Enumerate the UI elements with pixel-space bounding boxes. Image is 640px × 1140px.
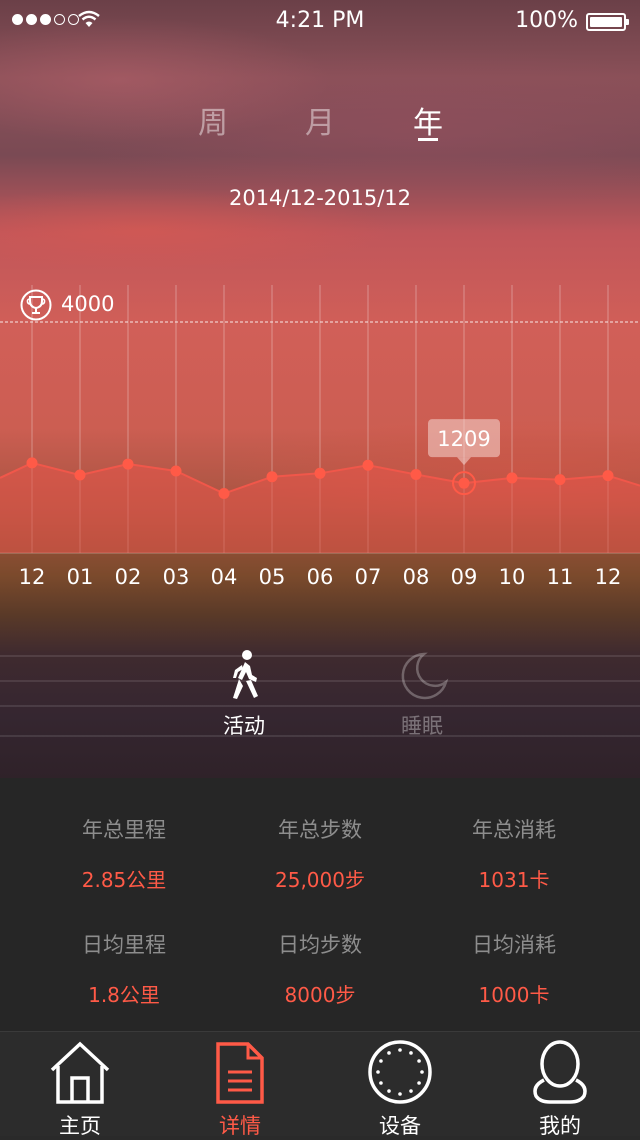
- data-point: [170, 465, 182, 477]
- data-point: [410, 468, 422, 480]
- stat-value: 25,000步: [275, 868, 365, 892]
- month-label: 10: [498, 565, 526, 589]
- date-range: 2014/12-2015/12: [228, 186, 412, 210]
- battery-percentage: 100%: [515, 8, 578, 33]
- stat-title: 年总步数: [278, 818, 362, 842]
- tooltip-arrow: [457, 457, 471, 466]
- tab-year[interactable]: 年: [398, 98, 458, 142]
- document-icon: [216, 1042, 264, 1104]
- month-label: 06: [306, 565, 334, 589]
- month-label: 08: [402, 565, 430, 589]
- month-label: 07: [354, 565, 382, 589]
- data-point: [554, 474, 566, 486]
- user-icon: [533, 1040, 587, 1104]
- device-icon: [368, 1040, 432, 1104]
- stat-year-calories: 年总消耗 1031卡: [414, 814, 614, 893]
- stat-year-distance: 年总里程 2.85公里: [24, 814, 224, 893]
- mode-sleep-label: 睡眠: [401, 714, 443, 738]
- nav-device[interactable]: 设备: [320, 1032, 480, 1138]
- month-label: 12: [18, 565, 46, 589]
- battery-icon: [586, 13, 629, 31]
- stat-daily-distance: 日均里程 1.8公里: [24, 929, 224, 1008]
- stat-value: 2.85公里: [81, 868, 167, 892]
- stat-value: 1.8公里: [88, 983, 160, 1007]
- status-bar: 4:21 PM 100%: [0, 0, 640, 40]
- stat-title: 年总消耗: [472, 818, 556, 842]
- activity-chart: 1209: [0, 285, 640, 554]
- data-point: [26, 457, 38, 469]
- month-label: 09: [450, 565, 478, 589]
- stat-title: 年总里程: [82, 818, 166, 842]
- data-point: [122, 458, 134, 470]
- walking-icon: [233, 650, 258, 699]
- month-label: 01: [66, 565, 94, 589]
- stat-value: 1031卡: [478, 868, 550, 892]
- stats-panel: 年总里程 2.85公里 年总步数 25,000步 年总消耗 1031卡 日均里程…: [0, 778, 640, 1031]
- stat-daily-steps: 日均步数 8000步: [220, 929, 420, 1008]
- goal-value: 4000: [61, 292, 115, 316]
- data-point: [266, 471, 278, 483]
- trophy-icon: [20, 289, 52, 321]
- nav-details[interactable]: 详情: [160, 1032, 320, 1138]
- tab-active-indicator: [418, 138, 438, 141]
- data-point: [362, 459, 374, 471]
- month-label: 02: [114, 565, 142, 589]
- stat-daily-calories: 日均消耗 1000卡: [414, 929, 614, 1008]
- mode-activity-label: 活动: [223, 714, 265, 738]
- tab-month[interactable]: 月: [290, 98, 350, 142]
- data-point: [458, 477, 470, 489]
- stat-value: 8000步: [284, 983, 356, 1007]
- data-point: [602, 470, 614, 482]
- nav-profile[interactable]: 我的: [480, 1032, 640, 1138]
- nav-home[interactable]: 主页: [0, 1032, 160, 1138]
- data-point: [506, 472, 518, 484]
- month-label: 11: [546, 565, 574, 589]
- tooltip-value: 1209: [437, 427, 490, 451]
- mode-activity[interactable]: 活动: [184, 648, 304, 740]
- stat-title: 日均步数: [278, 933, 362, 957]
- stat-year-steps: 年总步数 25,000步: [220, 814, 420, 893]
- stat-title: 日均消耗: [472, 933, 556, 957]
- data-point: [74, 469, 86, 481]
- stat-title: 日均里程: [82, 933, 166, 957]
- month-label: 04: [210, 565, 238, 589]
- data-point: [314, 467, 326, 479]
- month-label: 12: [594, 565, 622, 589]
- mode-sleep[interactable]: 睡眠: [362, 648, 482, 740]
- tab-week[interactable]: 周: [183, 98, 243, 142]
- moon-icon: [401, 652, 449, 700]
- month-label: 05: [258, 565, 286, 589]
- month-label: 03: [162, 565, 190, 589]
- home-icon: [50, 1041, 110, 1104]
- stat-value: 1000卡: [478, 983, 550, 1007]
- data-point: [218, 488, 230, 500]
- bottom-tab-bar: 主页 详情 设备 我的: [0, 1031, 640, 1138]
